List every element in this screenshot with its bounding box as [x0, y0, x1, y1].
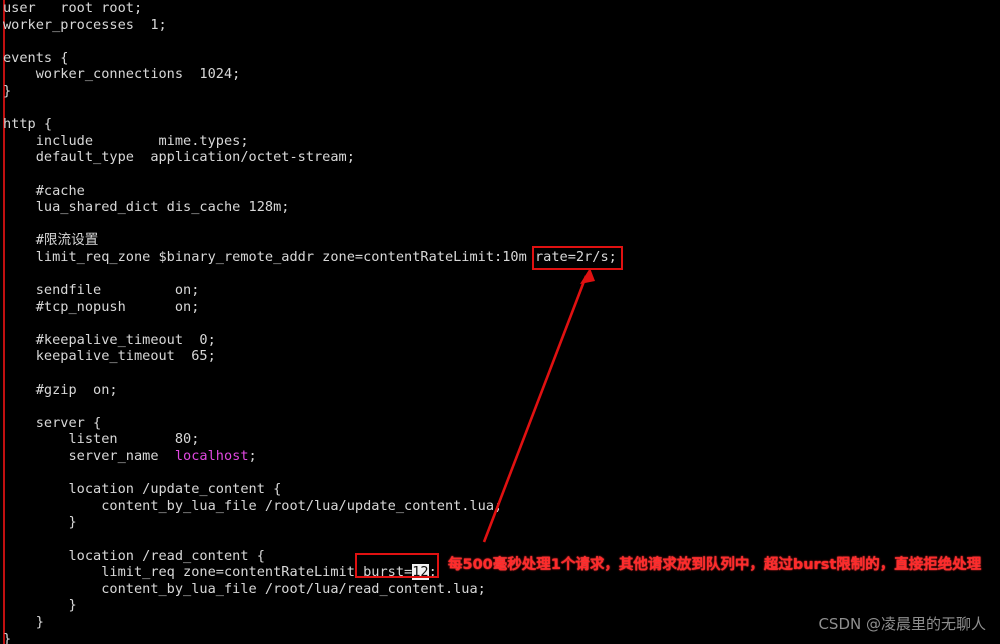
code-line: content_by_lua_file /root/lua/read_conte…	[3, 580, 486, 597]
code-line: content_by_lua_file /root/lua/update_con…	[3, 497, 503, 514]
selected-burst-value[interactable]: 12	[412, 564, 429, 581]
server-name-value: localhost	[174, 448, 249, 465]
code-line: #cache	[3, 182, 85, 199]
code-line: events {	[3, 49, 69, 66]
code-text: ;	[248, 448, 257, 465]
code-line: keepalive_timeout 65;	[3, 348, 216, 365]
code-line: }	[3, 597, 77, 614]
code-text: ;	[428, 564, 437, 581]
code-line: sendfile on;	[3, 282, 200, 299]
nginx-config-code[interactable]: user root root; worker_processes 1; even…	[3, 0, 997, 644]
code-line: http {	[3, 116, 53, 133]
code-line-comment-ratelimit: #限流设置	[3, 232, 99, 249]
code-line: }	[3, 514, 77, 531]
code-line: server {	[3, 414, 102, 431]
code-line: #gzip on;	[3, 381, 118, 398]
code-text: server_name	[3, 448, 175, 465]
code-line: #tcp_nopush on;	[3, 298, 200, 315]
code-line: default_type application/octet-stream;	[3, 149, 355, 166]
code-line: listen 80;	[3, 431, 200, 448]
terminal-screenshot: user root root; worker_processes 1; even…	[0, 0, 1000, 644]
annotation-note-burst: 每500毫秒处理1个请求，其他请求放到队列中，超过burst限制的，直接拒绝处理	[448, 557, 982, 573]
code-line: location /update_content {	[3, 481, 282, 498]
code-line-limit-req-zone: limit_req_zone $binary_remote_addr zone=…	[3, 248, 617, 265]
code-line: worker_connections 1024;	[3, 66, 241, 83]
code-line-server-name: server_name localhost;	[3, 448, 997, 465]
code-line: lua_shared_dict dis_cache 128m;	[3, 199, 290, 216]
code-line: #keepalive_timeout 0;	[3, 331, 216, 348]
code-line: worker_processes 1;	[3, 16, 167, 33]
code-line: user root root;	[3, 0, 143, 16]
code-text: limit_req zone=contentRateLimit burst=	[3, 564, 413, 581]
code-line: }	[3, 82, 12, 99]
csdn-watermark: CSDN @凌晨里的无聊人	[818, 615, 986, 633]
code-line: include mime.types;	[3, 132, 249, 149]
